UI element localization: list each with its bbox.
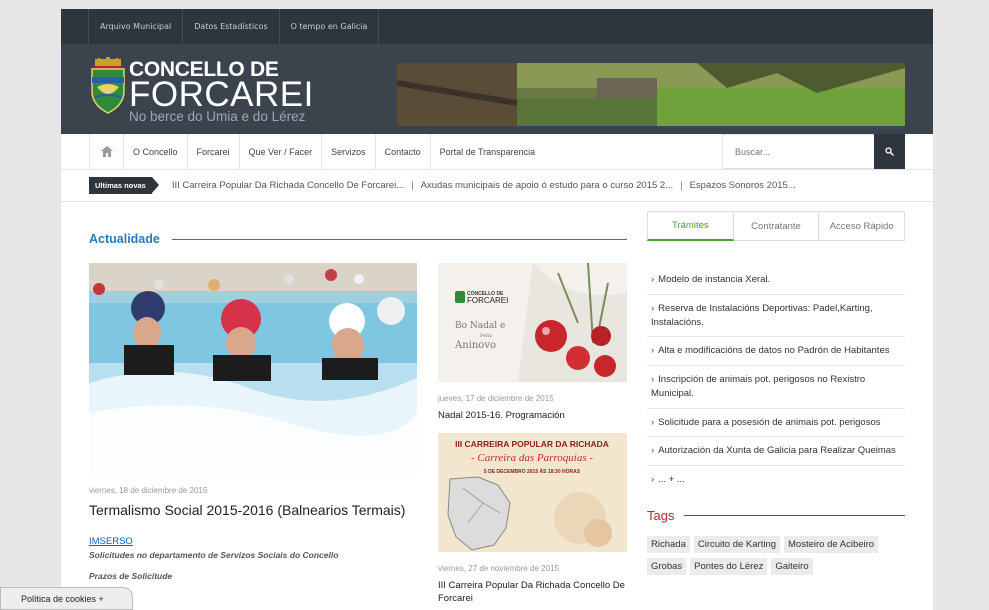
ticker-label: Ultimas novas <box>89 177 159 194</box>
site-logo[interactable]: CONCELLO DE FORCAREI No berce do Umia e … <box>89 56 314 124</box>
section-divider <box>171 238 627 240</box>
list-item[interactable]: › Inscripción de animais pot. perigosos n… <box>647 366 905 409</box>
home-icon <box>100 146 113 157</box>
nav-item-o-concello[interactable]: O Concello <box>123 134 187 169</box>
list-item-label: Alta e modificacións de datos no Padrón … <box>658 345 890 357</box>
post-image-text3: Aninovo <box>454 340 496 351</box>
featured-post-image[interactable] <box>89 263 417 473</box>
tag-cloud: Richada Circuito de Karting Mosteiro de … <box>647 535 905 575</box>
main-nav: O Concello Forcarei Que Ver / Facer Serv… <box>61 134 933 170</box>
nav-item-servizos[interactable]: Servizos <box>321 134 375 169</box>
tags-divider <box>684 514 905 516</box>
sidebar-tabs: Trámites Contratante Acceso Rápido <box>647 211 906 241</box>
list-item-label: Reserva de Instalacións Deportivas: Pade… <box>651 302 873 328</box>
tab-acceso-rapido[interactable]: Acceso Rápido <box>819 211 906 241</box>
brand-line2: FORCAREI <box>129 75 314 114</box>
ticker-item[interactable]: Axudas municipais de apoio ó estudo para… <box>421 180 673 191</box>
chevron-right-icon: › <box>651 374 655 386</box>
list-item[interactable]: › Solicitude para a posesión de animais p… <box>647 409 905 438</box>
list-item-label: Autorización da Xunta de Galicia para Re… <box>658 445 896 457</box>
list-item[interactable]: › Alta e modificacións de datos no Padrón… <box>647 337 905 367</box>
list-item[interactable]: › Reserva de Instalacións Deportivas: Pad… <box>647 295 905 338</box>
top-bar: Arquivo Municipal Datos Estadísticos O t… <box>61 9 933 44</box>
list-item-label: Inscripción de animais pot. perigosos no… <box>651 374 866 399</box>
section-title: Actualidade <box>89 229 627 249</box>
ticker-separator: | <box>411 180 414 191</box>
nav-home[interactable] <box>89 134 123 169</box>
post-date: viernes, 27 de noviembre de 2015 <box>438 564 559 573</box>
post-date: jueves, 17 de diciembre de 2015 <box>438 394 554 403</box>
cookie-policy-button[interactable]: Política de cookies + <box>0 587 133 610</box>
chevron-right-icon: › <box>651 474 655 486</box>
sidebar: Trámites Contratante Acceso Rápido › Mode… <box>647 211 906 575</box>
news-ticker: Ultimas novas III Carreira Popular Da Ri… <box>61 170 933 202</box>
tag-richada[interactable]: Richada <box>647 535 690 553</box>
ticker-separator: | <box>680 180 683 191</box>
list-item[interactable]: › Modelo de instancia Xeral. <box>647 266 905 295</box>
main-content: Actualidade viernes, 18 de diciembre de … <box>89 209 627 604</box>
featured-post-subheading: Prazos de Solicitude <box>89 571 173 581</box>
chevron-right-icon: › <box>651 445 655 457</box>
nav-item-forcarei[interactable]: Forcarei <box>186 134 239 169</box>
chevron-right-icon: › <box>651 274 655 285</box>
search-box <box>722 134 905 169</box>
chevron-right-icon: › <box>651 416 655 428</box>
tags-heading-text: Tags <box>647 507 675 523</box>
brand-tagline: No berce do Umia e do Lérez <box>129 109 306 124</box>
post-image-text2: - Carreira das Parroquias - <box>471 452 593 464</box>
list-item-label: Solicitude para a posesión de animais po… <box>658 416 881 428</box>
featured-post-title[interactable]: Termalismo Social 2015-2016 (Balnearios … <box>89 502 417 518</box>
page: Arquivo Municipal Datos Estadísticos O t… <box>61 9 933 610</box>
topbar-link-tempo[interactable]: O tempo en Galicia <box>278 9 380 44</box>
ticker-item[interactable]: Espazos Sonoros 2015... <box>690 180 796 191</box>
tab-contratante[interactable]: Contratante <box>733 211 820 241</box>
post-image-text1: III CARREIRA POPULAR DA RICHADA <box>455 439 609 449</box>
tag-grobas[interactable]: Grobas <box>647 557 687 575</box>
post-image[interactable]: CONCELLO DE FORCAREI Bo Nadal e Feliz An… <box>438 263 627 382</box>
topbar-link-arquivo[interactable]: Arquivo Municipal <box>88 9 182 44</box>
post-card: CONCELLO DE FORCAREI Bo Nadal e Feliz An… <box>438 263 627 423</box>
tags-heading: Tags <box>647 508 905 523</box>
list-item-label: ... + ... <box>658 474 685 486</box>
tag-gaiteiro[interactable]: Gaiteiro <box>771 557 813 575</box>
chevron-right-icon: › <box>651 345 655 357</box>
search-input[interactable] <box>722 134 874 169</box>
featured-post-link[interactable]: IMSERSO <box>89 536 417 547</box>
featured-post-excerpt: Solicitudes no departamento de Servizos … <box>89 550 339 560</box>
post-image-text2: Feliz <box>480 333 492 339</box>
list-item-label: Modelo de instancia Xeral. <box>658 274 771 285</box>
tag-circuito-karting[interactable]: Circuito de Karting <box>693 535 781 553</box>
nav-item-que-ver[interactable]: Que Ver / Facer <box>238 134 322 169</box>
post-card: III CARREIRA POPULAR DA RICHADA - Carrei… <box>438 433 627 606</box>
list-item-more[interactable]: ›... + ... <box>647 466 905 494</box>
coat-of-arms-icon <box>89 56 127 120</box>
post-image-text1: Bo Nadal e <box>455 321 505 331</box>
tag-pontes-lerez[interactable]: Pontes do Lérez <box>690 557 768 575</box>
header: CONCELLO DE FORCAREI No berce do Umia e … <box>61 44 933 134</box>
chevron-right-icon: › <box>651 302 655 314</box>
featured-post-date: viernes, 18 de diciembre de 2015 <box>89 486 208 495</box>
section-title-text: Actualidade <box>89 232 160 246</box>
nav-item-contacto[interactable]: Contacto <box>374 134 430 169</box>
post-image-text3: 5 DE DECEMBRO 2015 ÁS 18:30 HORAS <box>484 468 581 475</box>
ticker-item[interactable]: III Carreira Popular Da Richada Concello… <box>172 180 404 191</box>
header-banner-image <box>397 63 905 126</box>
search-button[interactable] <box>874 134 905 169</box>
post-image-brand2: FORCAREI <box>467 296 508 305</box>
tag-mosteiro-acibeiro[interactable]: Mosteiro de Acibeiro <box>784 535 879 553</box>
tramites-list: › Modelo de instancia Xeral. › Reserva de … <box>647 266 905 494</box>
tab-tramites[interactable]: Trámites <box>647 211 734 241</box>
nav-item-transparencia[interactable]: Portal de Transparencia <box>429 134 545 169</box>
post-image[interactable]: III CARREIRA POPULAR DA RICHADA - Carrei… <box>438 433 627 552</box>
topbar-link-datos[interactable]: Datos Estadísticos <box>182 9 278 44</box>
post-title[interactable]: III Carreira Popular Da Richada Concello… <box>438 580 627 606</box>
featured-post: viernes, 18 de diciembre de 2015 Termali… <box>89 263 417 581</box>
list-item[interactable]: › Autorización da Xunta de Galicia para R… <box>647 437 905 467</box>
search-icon <box>885 147 894 156</box>
post-title[interactable]: Nadal 2015-16. Programación <box>438 410 627 423</box>
